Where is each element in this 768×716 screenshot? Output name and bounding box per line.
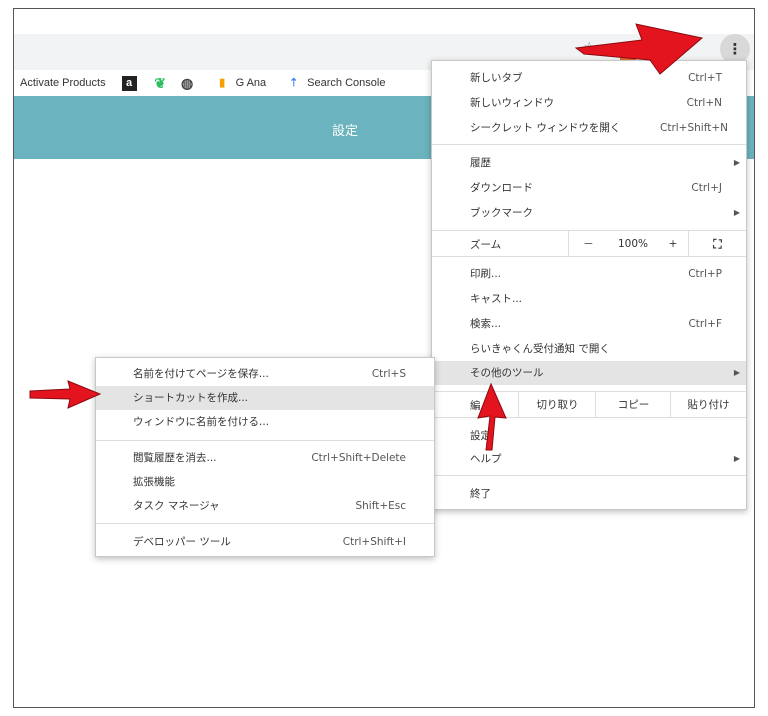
menu-separator: [432, 475, 746, 476]
edit-label: 編: [470, 400, 481, 412]
fullscreen-icon[interactable]: ⛶: [688, 231, 746, 257]
zoom-in-button[interactable]: +: [658, 231, 688, 257]
menu-item-incognito[interactable]: シークレット ウィンドウを開く Ctrl+Shift+N: [432, 116, 746, 140]
menu-item-downloads[interactable]: ダウンロード Ctrl+J: [432, 176, 746, 200]
chevron-right-icon: ▶: [733, 368, 740, 377]
chevron-right-icon: ▶: [733, 454, 740, 463]
menu-item-cast[interactable]: キャスト...: [432, 287, 746, 311]
menu-item-help[interactable]: ヘルプ ▶: [432, 447, 746, 471]
menu-item-new-tab[interactable]: 新しいタブ Ctrl+T: [432, 66, 746, 90]
menu-item-bookmarks[interactable]: ブックマーク ▶: [432, 201, 746, 225]
more-tools-submenu: 名前を付けてページを保存... Ctrl+S ショートカットを作成... ウィンド…: [95, 357, 435, 557]
menu-item-find[interactable]: 検索... Ctrl+F: [432, 312, 746, 336]
menu-item-print[interactable]: 印刷... Ctrl+P: [432, 262, 746, 286]
zoom-label: ズーム: [470, 239, 502, 251]
cut-button[interactable]: 切り取り: [518, 392, 596, 418]
submenu-item-task-manager[interactable]: タスク マネージャ Shift+Esc: [96, 494, 434, 518]
search-console-icon: ⇡: [289, 76, 299, 89]
paste-button[interactable]: 貼り付け: [670, 392, 746, 418]
submenu-item-create-shortcut[interactable]: ショートカットを作成...: [96, 386, 434, 410]
submenu-item-name-window[interactable]: ウィンドウに名前を付ける...: [96, 410, 434, 434]
menu-separator: [96, 440, 434, 441]
menu-item-new-window[interactable]: 新しいウィンドウ Ctrl+N: [432, 91, 746, 115]
copy-button[interactable]: コピー: [595, 392, 671, 418]
menu-item-history[interactable]: 履歴 ▶: [432, 151, 746, 175]
edit-row: 編 切り取り コピー 貼り付け: [432, 391, 746, 418]
zoom-level: 100%: [617, 238, 649, 250]
amazon-icon[interactable]: a: [121, 75, 137, 91]
bookmark-search-console[interactable]: ⇡ Search Console: [272, 76, 385, 91]
menu-item-open-with[interactable]: らいきゃくん受付通知 で開く: [432, 337, 746, 361]
chrome-main-menu: 新しいタブ Ctrl+T 新しいウィンドウ Ctrl+N シークレット ウィンドウを…: [431, 60, 747, 510]
zoom-row: ズーム － 100% + ⛶: [432, 230, 746, 257]
bookmark-label: Search Console: [307, 77, 386, 89]
submenu-item-clear-data[interactable]: 閲覧履歴を消去... Ctrl+Shift+Delete: [96, 446, 434, 470]
globe-icon[interactable]: ◍: [180, 75, 195, 91]
submenu-item-save-page[interactable]: 名前を付けてページを保存... Ctrl+S: [96, 362, 434, 386]
menu-item-more-tools[interactable]: その他のツール ▶: [432, 361, 746, 385]
zoom-out-button[interactable]: －: [568, 231, 608, 257]
page-title: 設定: [332, 124, 359, 139]
bookmark-google-analytics[interactable]: ▮ G Ana: [207, 76, 267, 91]
menu-item-settings[interactable]: 設定: [432, 424, 746, 448]
bookmark-star-icon[interactable]: ☆: [583, 40, 596, 56]
submenu-item-dev-tools[interactable]: デベロッパー ツール Ctrl+Shift+I: [96, 530, 434, 554]
chevron-right-icon: ▶: [733, 208, 740, 217]
chevron-right-icon: ▶: [733, 158, 740, 167]
menu-separator: [432, 144, 746, 145]
menu-item-exit[interactable]: 終了: [432, 482, 746, 506]
menu-separator: [96, 523, 434, 524]
analytics-icon: ▮: [219, 76, 226, 89]
evernote-icon[interactable]: ❦: [153, 75, 168, 91]
bookmark-label: Activate Products: [20, 77, 106, 89]
bookmark-label: G Ana: [235, 77, 267, 89]
submenu-item-extensions[interactable]: 拡張機能: [96, 470, 434, 494]
bookmark-activate-products[interactable]: Activate Products: [20, 77, 106, 89]
